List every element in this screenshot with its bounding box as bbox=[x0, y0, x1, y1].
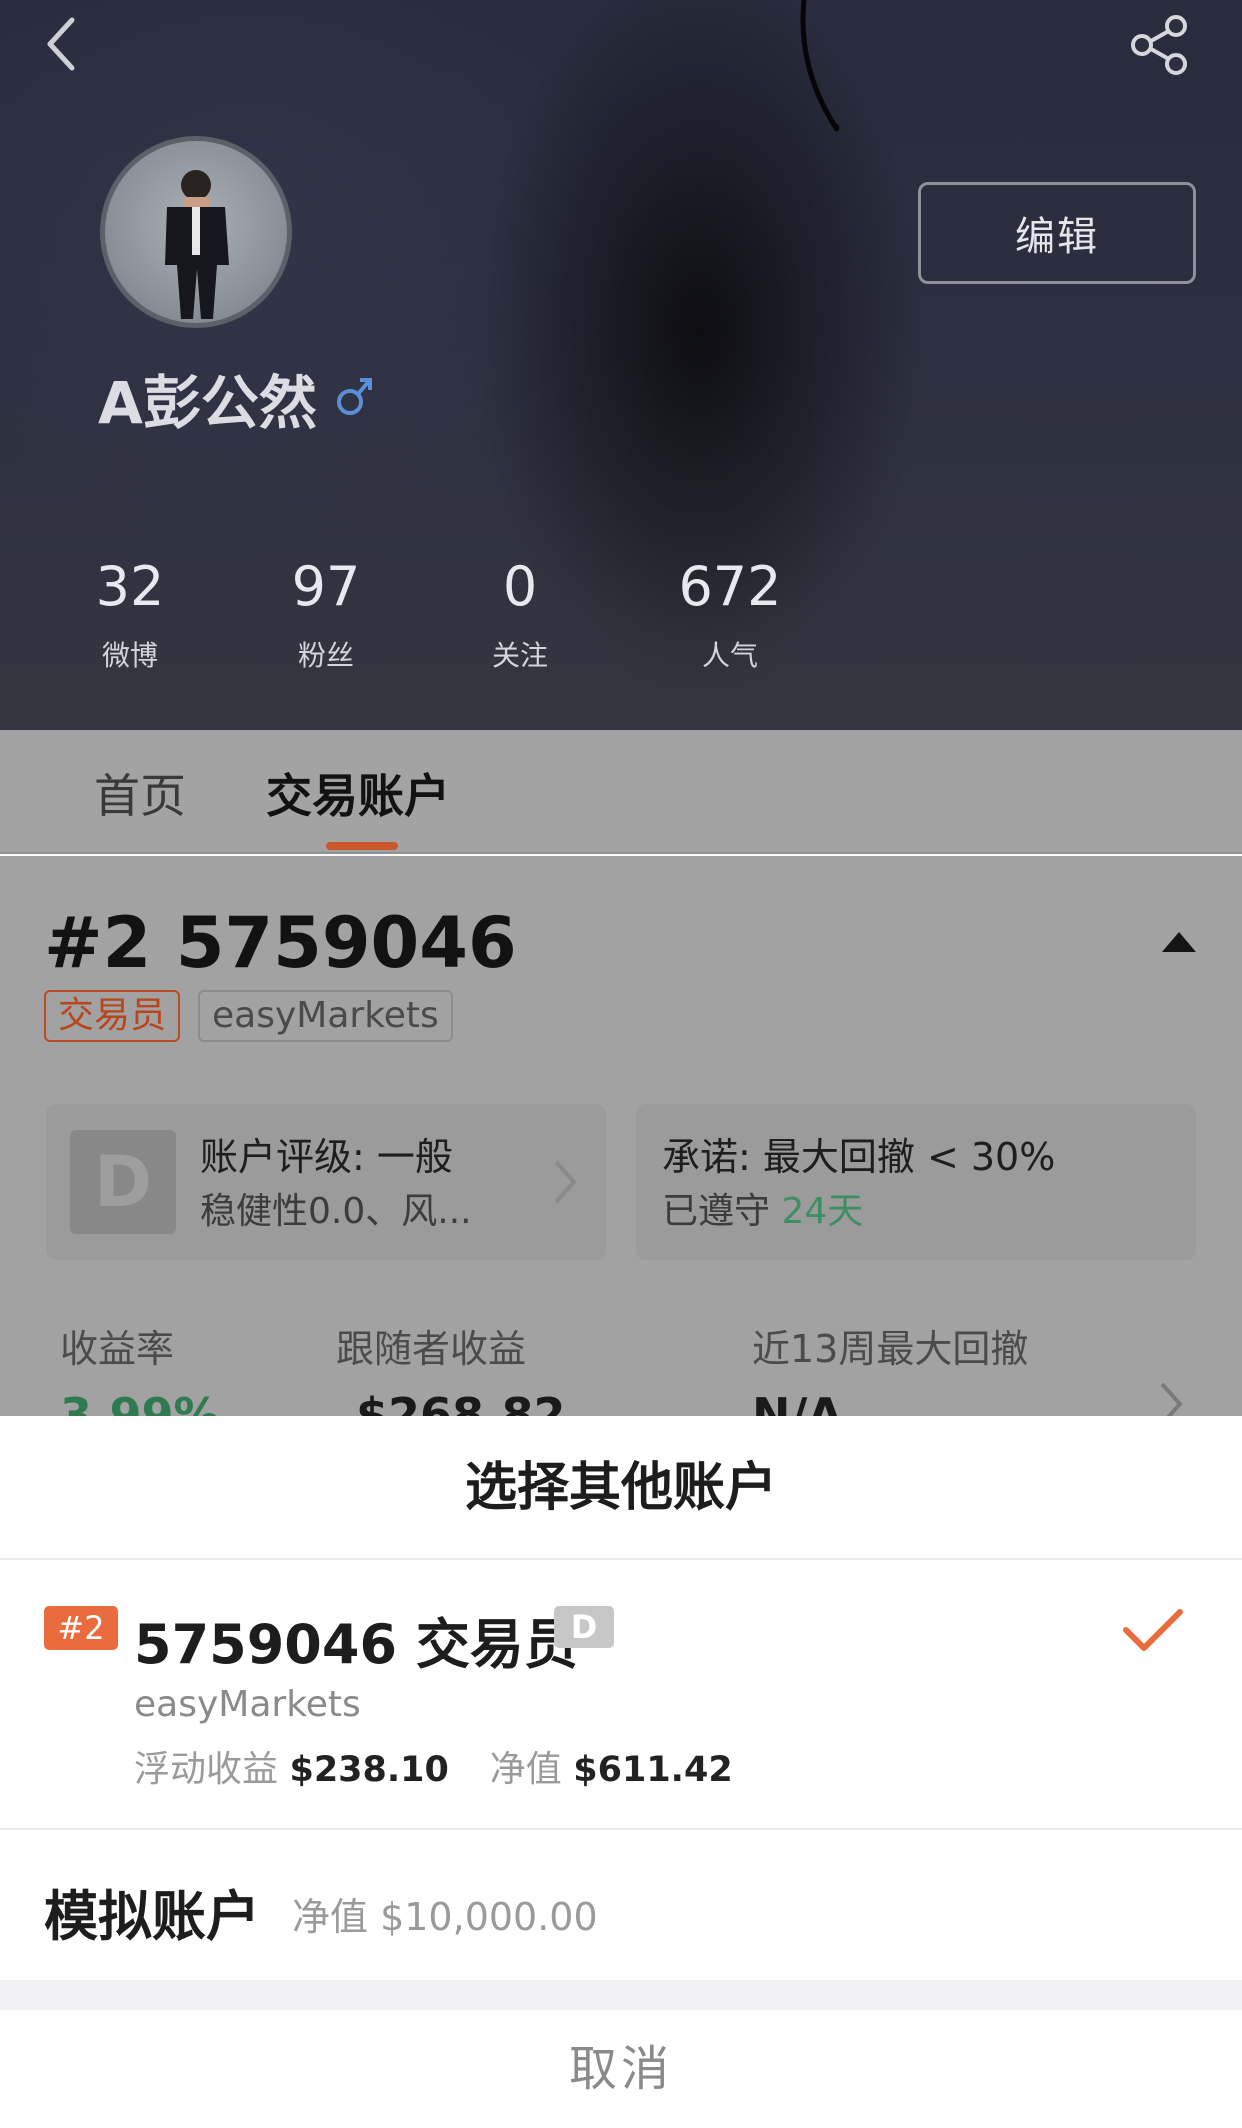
promise-days: 24天 bbox=[781, 1191, 864, 1232]
metric-value-follower-profit: $268.82 bbox=[356, 1388, 566, 1416]
stat-fans[interactable]: 97 粉丝 bbox=[276, 552, 376, 676]
float-profit-value: $238.10 bbox=[289, 1750, 449, 1790]
account-option-live[interactable]: #2 5759046 交易员 D easyMarkets 浮动收益 $238.1… bbox=[0, 1560, 1242, 1830]
demo-account-title: 模拟账户 bbox=[44, 1885, 260, 1948]
active-tab-indicator bbox=[326, 842, 398, 850]
edit-profile-button[interactable]: 编辑 bbox=[918, 182, 1196, 284]
role-tag: 交易员 bbox=[44, 990, 181, 1042]
float-profit-label: 浮动收益 bbox=[134, 1749, 279, 1790]
back-arrow-icon[interactable] bbox=[36, 14, 96, 74]
promise-prefix: 已遵守 bbox=[662, 1191, 771, 1232]
stat-label: 粉丝 bbox=[297, 639, 354, 672]
stat-value: 97 bbox=[291, 555, 361, 618]
share-icon[interactable] bbox=[1126, 14, 1192, 76]
stat-value: 32 bbox=[95, 555, 165, 618]
sheet-divider bbox=[0, 1980, 1242, 2010]
avatar[interactable] bbox=[100, 136, 292, 328]
promise-detail: 已遵守 24天 bbox=[662, 1182, 863, 1234]
avatar-person-image bbox=[165, 170, 229, 319]
collapse-arrow-icon[interactable] bbox=[1162, 932, 1196, 952]
metric-value-return: 3.99% bbox=[60, 1388, 220, 1416]
male-icon bbox=[337, 378, 372, 415]
profile-header: 编辑 A彭公然 32 微博 97 粉丝 0 关注 672 人气 bbox=[0, 0, 1242, 730]
stat-following[interactable]: 0 关注 bbox=[470, 552, 570, 676]
account-number-badge: #2 bbox=[44, 1606, 118, 1650]
cancel-button[interactable]: 取消 bbox=[0, 2010, 1242, 2128]
rating-title: 账户评级: 一般 bbox=[200, 1135, 453, 1179]
grade-badge: D bbox=[554, 1606, 614, 1648]
chevron-right-icon[interactable] bbox=[1156, 1378, 1186, 1416]
stat-value: 672 bbox=[678, 555, 782, 618]
account-title: #2 5759046 bbox=[44, 902, 517, 984]
demo-account-nav: 净值 $10,000.00 bbox=[292, 1895, 598, 1939]
stat-popularity[interactable]: 672 人气 bbox=[670, 552, 790, 676]
stat-label: 微博 bbox=[101, 639, 158, 672]
stat-value: 0 bbox=[502, 555, 538, 618]
sheet-title: 选择其他账户 bbox=[0, 1416, 1242, 1560]
metric-label-follower-profit: 跟随者收益 bbox=[336, 1327, 527, 1371]
nav-label: 净值 bbox=[489, 1749, 562, 1790]
grade-badge: D bbox=[70, 1130, 176, 1234]
account-picker-sheet: 选择其他账户 #2 5759046 交易员 D easyMarkets 浮动收益… bbox=[0, 1416, 1242, 2128]
username: A彭公然 bbox=[98, 369, 317, 437]
nav-value: $611.42 bbox=[573, 1750, 733, 1790]
metric-label-return: 收益率 bbox=[60, 1327, 175, 1371]
stat-label: 关注 bbox=[491, 639, 548, 672]
promise-card[interactable]: 承诺: 最大回撤 < 30% 已遵守 24天 bbox=[636, 1104, 1196, 1260]
checkmark-icon bbox=[1123, 1609, 1183, 1651]
rating-detail: 稳健性0.0、风... bbox=[200, 1191, 472, 1232]
profile-tabs: 首页 交易账户 bbox=[0, 730, 1242, 854]
account-option-broker: easyMarkets bbox=[134, 1684, 361, 1725]
scribble-mark bbox=[800, 0, 840, 132]
metric-label-drawdown: 近13周最大回撤 bbox=[752, 1327, 1029, 1371]
stat-label: 人气 bbox=[701, 639, 758, 672]
tab-trading-account[interactable]: 交易账户 bbox=[266, 760, 450, 826]
chevron-right-icon bbox=[554, 1160, 577, 1204]
metric-value-drawdown: N/A bbox=[752, 1388, 843, 1416]
account-option-title: 5759046 交易员 bbox=[134, 1613, 578, 1676]
account-panel: #2 5759046 交易员 easyMarkets D 账户评级: 一般 稳健… bbox=[0, 856, 1242, 1416]
tab-home[interactable]: 首页 bbox=[94, 760, 186, 826]
promise-title: 承诺: 最大回撤 < 30% bbox=[662, 1135, 1056, 1179]
rating-card[interactable]: D 账户评级: 一般 稳健性0.0、风... bbox=[46, 1104, 606, 1260]
account-option-demo[interactable]: 模拟账户 净值 $10,000.00 bbox=[0, 1832, 1242, 1980]
broker-tag: easyMarkets bbox=[198, 990, 453, 1042]
account-option-stats: 浮动收益 $238.10 净值 $611.42 bbox=[134, 1740, 733, 1792]
stat-weibo[interactable]: 32 微博 bbox=[80, 552, 180, 676]
